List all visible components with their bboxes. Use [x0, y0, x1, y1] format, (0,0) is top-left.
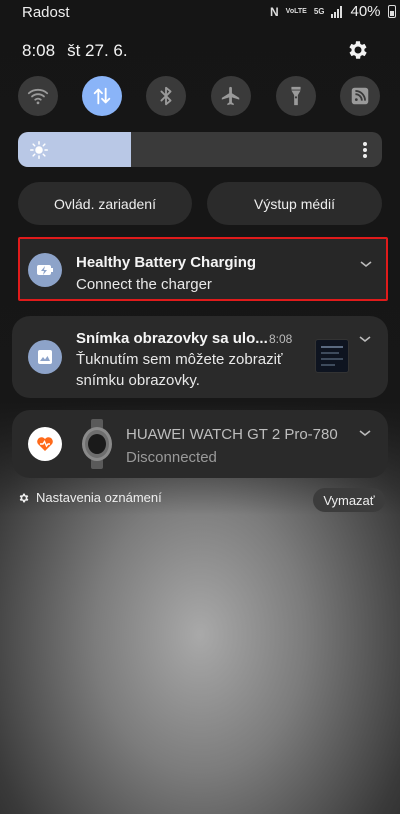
toggle-bluetooth[interactable] — [146, 76, 186, 116]
device-control-button[interactable]: Ovlád. zariadení — [18, 182, 192, 225]
clock-row: 8:08 št 27. 6. — [22, 41, 128, 61]
chevron-down-icon[interactable] — [359, 259, 373, 269]
notification-text-line2: snímku obrazovky. — [76, 372, 200, 389]
notification-settings-button[interactable]: Nastavenia oznámení — [18, 490, 162, 505]
brightness-sun-icon — [30, 141, 48, 159]
rss-icon — [351, 87, 369, 105]
clear-all-button[interactable]: Vymazať — [313, 488, 385, 512]
toggle-flashlight[interactable] — [276, 76, 316, 116]
device-name: HUAWEI WATCH GT 2 Pro-780 — [126, 426, 338, 443]
toggle-mobile-data[interactable] — [82, 76, 122, 116]
chevron-down-icon[interactable] — [358, 428, 372, 438]
notification-time: 8:08 — [269, 332, 293, 346]
volte-icon: VoLTE — [285, 8, 307, 15]
notification-healthy-battery[interactable]: Healthy Battery Charging Connect the cha… — [18, 237, 388, 301]
notification-screenshot[interactable]: Snímka obrazovky sa ulo... 8:08 Ťuknutím… — [12, 316, 388, 398]
toggle-airplane-mode[interactable] — [211, 76, 251, 116]
more-options-icon[interactable] — [362, 141, 368, 159]
notification-text: Ťuknutím sem môžete zobraziť snímku obra… — [76, 349, 283, 391]
screenshot-thumbnail[interactable] — [315, 339, 349, 373]
signal-icon — [331, 5, 343, 18]
flashlight-icon — [291, 86, 301, 106]
brightness-slider[interactable] — [18, 132, 382, 167]
notification-text-line1: Ťuknutím sem môžete zobraziť — [76, 351, 283, 368]
settings-gear-icon[interactable] — [346, 38, 370, 62]
battery-percentage: 40% — [350, 3, 381, 20]
airplane-icon — [221, 86, 240, 106]
toggle-wifi[interactable] — [18, 76, 58, 116]
network-5g-icon: 5G — [313, 7, 325, 16]
notification-huawei-watch[interactable]: HUAWEI WATCH GT 2 Pro-780 Disconnected — [12, 410, 388, 478]
clock-time: 8:08 — [22, 41, 56, 60]
huawei-health-icon — [28, 427, 62, 461]
chevron-down-icon[interactable] — [358, 334, 372, 344]
wifi-icon — [27, 88, 49, 105]
watch-thumbnail — [80, 419, 114, 469]
media-output-button[interactable]: Výstup médií — [207, 182, 382, 225]
clock-date: št 27. 6. — [67, 41, 128, 60]
device-status: Disconnected — [126, 449, 217, 466]
nfc-icon: N — [270, 4, 279, 19]
notification-settings-label: Nastavenia oznámení — [36, 490, 162, 505]
bluetooth-icon — [160, 86, 172, 106]
notification-title: Snímka obrazovky sa ulo... — [76, 330, 268, 347]
battery-charging-icon — [28, 253, 62, 287]
notification-title: Healthy Battery Charging — [76, 254, 257, 271]
status-icons: N VoLTE 5G 40% — [270, 3, 396, 20]
image-icon — [28, 340, 62, 374]
carrier-name: Radost — [22, 4, 70, 21]
toggle-rss[interactable] — [340, 76, 380, 116]
notification-text: Connect the charger — [76, 276, 212, 293]
battery-icon — [387, 5, 396, 18]
mobile-data-icon — [93, 87, 111, 105]
gear-icon — [19, 493, 29, 502]
